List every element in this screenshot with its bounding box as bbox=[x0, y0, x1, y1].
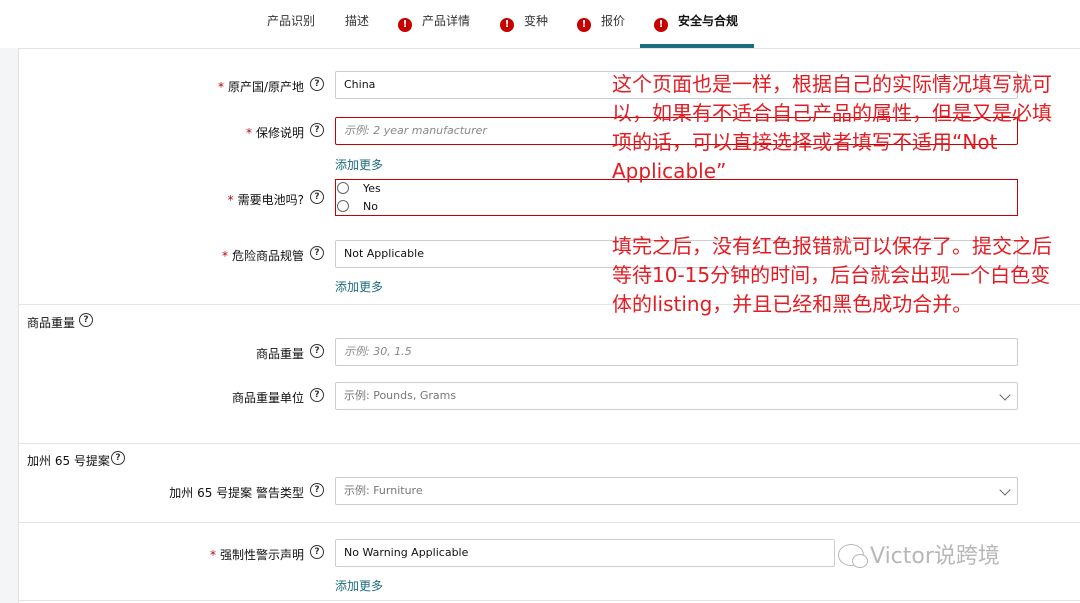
active-tab-indicator bbox=[640, 44, 754, 48]
section-divider bbox=[18, 600, 1080, 601]
help-icon[interactable]: ? bbox=[310, 77, 324, 91]
tab-label: 产品识别 bbox=[267, 14, 316, 28]
battery-label: * 需要电池吗? bbox=[228, 191, 304, 208]
prop65-section-title: 加州 65 号提案 bbox=[27, 454, 110, 468]
prop65-type-select[interactable]: 示例: Furniture bbox=[335, 477, 1018, 505]
weight-label: 商品重量 bbox=[255, 347, 304, 361]
hazmat-add-more-link[interactable]: 添加更多 bbox=[335, 278, 383, 295]
origin-label-text: 原产国/原产地 bbox=[227, 80, 304, 94]
battery-yes-label: Yes bbox=[363, 182, 381, 195]
tab-safety-compliance[interactable]: ! 安全与合规 bbox=[654, 0, 738, 46]
help-icon[interactable]: ? bbox=[310, 246, 324, 260]
weight-unit-select[interactable]: 示例: Pounds, Grams bbox=[335, 382, 1018, 410]
annotation-note-1: 这个页面也是一样，根据自己的实际情况填写就可以，如果有不适合自己产品的属性，但是… bbox=[612, 72, 1052, 183]
error-icon: ! bbox=[500, 18, 514, 32]
left-rail bbox=[0, 48, 19, 603]
battery-label-text: 需要电池吗? bbox=[237, 193, 304, 207]
battery-no-radio[interactable] bbox=[337, 200, 349, 212]
help-icon[interactable]: ? bbox=[310, 483, 324, 497]
watermark-text: Victor说跨境 bbox=[870, 544, 1000, 569]
tab-product-identity[interactable]: 产品识别 bbox=[267, 0, 315, 46]
tab-offer[interactable]: ! 报价 bbox=[577, 0, 625, 46]
wechat-icon bbox=[838, 544, 868, 568]
help-icon[interactable]: ? bbox=[111, 451, 125, 465]
weight-unit-label: 商品重量单位 bbox=[231, 391, 304, 405]
required-mark: * bbox=[209, 548, 216, 562]
warranty-label-text: 保修说明 bbox=[255, 126, 304, 140]
error-icon: ! bbox=[398, 18, 412, 32]
help-icon[interactable]: ? bbox=[310, 190, 324, 204]
warning-input[interactable]: No Warning Applicable bbox=[335, 539, 835, 567]
tab-label: 安全与合规 bbox=[678, 14, 739, 28]
weight-unit-placeholder: 示例: Pounds, Grams bbox=[344, 389, 457, 402]
tab-product-details[interactable]: ! 产品详情 bbox=[398, 0, 470, 46]
required-mark: * bbox=[221, 249, 228, 263]
error-icon: ! bbox=[654, 18, 668, 32]
required-mark: * bbox=[217, 80, 224, 94]
watermark: Victor说跨境 bbox=[838, 538, 1000, 570]
tab-bar: 产品识别 描述 ! 产品详情 ! 变种 ! 报价 ! 安全与合规 bbox=[0, 0, 1080, 49]
required-mark: * bbox=[245, 126, 252, 140]
warranty-add-more-link[interactable]: 添加更多 bbox=[335, 156, 383, 173]
battery-no-label: No bbox=[363, 200, 378, 213]
warning-label: * 强制性警示声明 bbox=[210, 546, 304, 563]
hazmat-label: * 危险商品规管 bbox=[222, 247, 304, 264]
required-mark: * bbox=[227, 193, 234, 207]
tab-label: 产品详情 bbox=[422, 14, 471, 28]
warning-label-text: 强制性警示声明 bbox=[219, 548, 304, 562]
prop65-type-placeholder: 示例: Furniture bbox=[344, 484, 423, 497]
tab-label: 报价 bbox=[601, 14, 626, 28]
prop65-type-label: 加州 65 号提案 警告类型 bbox=[169, 486, 304, 500]
section-divider bbox=[18, 443, 1080, 444]
hazmat-label-text: 危险商品规管 bbox=[231, 249, 304, 263]
error-icon: ! bbox=[577, 18, 591, 32]
help-icon[interactable]: ? bbox=[79, 313, 93, 327]
tab-label: 变种 bbox=[524, 14, 549, 28]
tab-variations[interactable]: ! 变种 bbox=[500, 0, 548, 46]
battery-yes-radio[interactable] bbox=[337, 182, 349, 194]
section-divider bbox=[18, 522, 1080, 523]
weight-section-title: 商品重量 bbox=[27, 316, 76, 330]
origin-label: * 原产国/原产地 bbox=[218, 78, 304, 95]
help-icon[interactable]: ? bbox=[310, 123, 324, 137]
weight-input[interactable]: 示例: 30, 1.5 bbox=[335, 338, 1018, 366]
help-icon[interactable]: ? bbox=[310, 344, 324, 358]
help-icon[interactable]: ? bbox=[310, 545, 324, 559]
tab-label: 描述 bbox=[345, 14, 370, 28]
chevron-down-icon bbox=[999, 389, 1011, 401]
warning-add-more-link[interactable]: 添加更多 bbox=[335, 577, 383, 594]
help-icon[interactable]: ? bbox=[310, 388, 324, 402]
warranty-label: * 保修说明 bbox=[246, 124, 304, 141]
annotation-note-2: 填完之后，没有红色报错就可以保存了。提交之后等待10-15分钟的时间，后台就会出… bbox=[612, 234, 1052, 316]
tab-description[interactable]: 描述 bbox=[345, 0, 369, 46]
chevron-down-icon bbox=[999, 484, 1011, 496]
